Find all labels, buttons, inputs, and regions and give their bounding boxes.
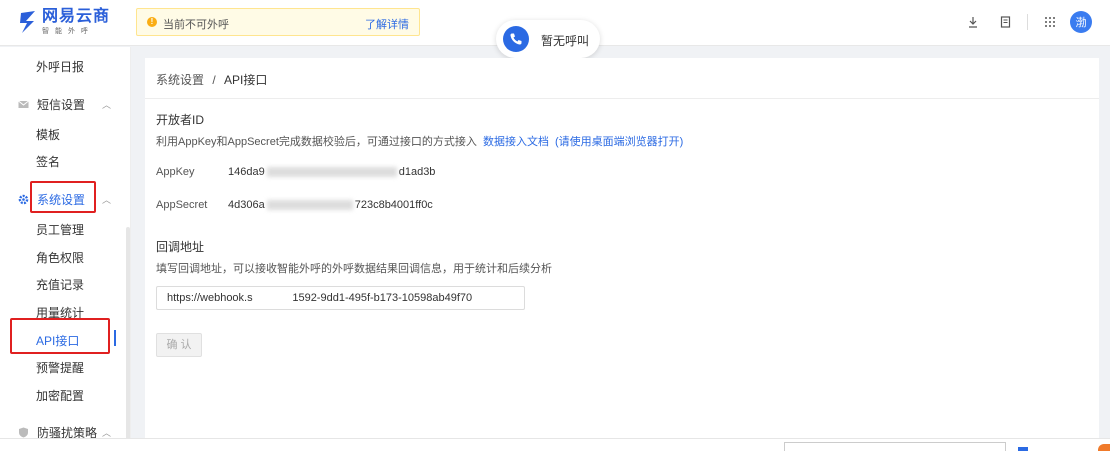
sidebar-group-label: 系统设置 — [37, 193, 86, 207]
sidebar: 外呼日报 短信设置 ︿ 模板 签名 系统设置 ︿ 员工管理 角色权限 充值记录 … — [0, 47, 131, 451]
redacted-mask — [266, 200, 353, 211]
phone-icon — [503, 26, 529, 52]
logo-name: 网易云商 — [42, 8, 111, 25]
appkey-label: AppKey — [156, 166, 195, 178]
breadcrumb-parent[interactable]: 系统设置 — [156, 73, 204, 87]
breadcrumb-separator: / — [212, 73, 216, 87]
callback-url-title: 回调地址 — [156, 240, 205, 254]
user-avatar[interactable]: 渤 — [1070, 11, 1092, 33]
chevron-up-icon: ︿ — [102, 195, 112, 205]
logo-subtitle: 智能外呼 — [42, 28, 94, 35]
sidebar-scrollbar[interactable] — [126, 227, 130, 451]
sidebar-item-call-daily-report[interactable]: 外呼日报 — [36, 58, 84, 75]
mail-icon — [18, 100, 29, 108]
app-grid-icon[interactable] — [1040, 12, 1060, 32]
bottom-search-box[interactable] — [784, 442, 1006, 451]
download-icon[interactable] — [963, 12, 983, 32]
sidebar-item-encryption-config[interactable]: 加密配置 — [36, 387, 84, 404]
sidebar-item-recharge-records[interactable]: 充值记录 — [36, 276, 84, 293]
sidebar-item-staff-management[interactable]: 员工管理 — [36, 221, 84, 238]
main-panel: 系统设置 / API接口 开放者ID 利用AppKey和AppSecret完成数… — [145, 58, 1099, 438]
sidebar-group-system-settings[interactable]: 系统设置 ︿ — [18, 191, 111, 208]
breadcrumb-current: API接口 — [224, 73, 268, 87]
sidebar-item-template[interactable]: 模板 — [36, 126, 60, 143]
logo[interactable]: 网易云商 智能外呼 — [18, 8, 110, 36]
gear-icon — [18, 194, 29, 205]
sidebar-group-sms-settings[interactable]: 短信设置 ︿ — [18, 96, 111, 113]
sidebar-item-signature[interactable]: 签名 — [36, 153, 60, 170]
warning-icon: ! — [147, 17, 157, 27]
logo-icon — [18, 9, 38, 35]
data-access-doc-link[interactable]: 数据接入文档 — [483, 136, 549, 148]
notice-text: 当前不可外呼 — [163, 19, 229, 31]
developer-id-description: 利用AppKey和AppSecret完成数据校验后，可通过接口的方式接入 数据接… — [156, 136, 684, 148]
developer-id-title: 开放者ID — [156, 113, 205, 127]
breadcrumb-divider — [145, 98, 1099, 99]
sidebar-item-usage-statistics[interactable]: 用量统计 — [36, 304, 84, 321]
active-indicator — [114, 330, 116, 346]
redacted-mask — [266, 167, 397, 178]
call-status-widget[interactable]: 暂无呼叫 — [496, 20, 600, 58]
notice-banner: ! 当前不可外呼 了解详情 — [136, 8, 420, 36]
notice-details-link[interactable]: 了解详情 — [365, 16, 409, 32]
document-icon[interactable] — [995, 12, 1015, 32]
callback-url-description: 填写回调地址，可以接收智能外呼的外呼数据结果回调信息，用于统计和后续分析 — [156, 263, 552, 275]
call-status-text: 暂无呼叫 — [541, 34, 590, 48]
appsecret-value: 4d306a 723c8b4001ff0c — [228, 199, 433, 211]
floating-assistant-icon[interactable] — [1098, 444, 1110, 451]
sidebar-group-label: 短信设置 — [37, 98, 86, 112]
appsecret-label: AppSecret — [156, 199, 208, 211]
sidebar-item-role-permissions[interactable]: 角色权限 — [36, 249, 84, 266]
sidebar-item-alerts[interactable]: 预警提醒 — [36, 359, 84, 376]
sidebar-item-api[interactable]: API接口 — [36, 332, 79, 349]
breadcrumb: 系统设置 / API接口 — [156, 71, 267, 88]
desktop-browser-hint: (请使用桌面端浏览器打开) — [555, 136, 684, 148]
chevron-up-icon: ︿ — [102, 100, 112, 110]
bottom-blue-marker — [1018, 447, 1028, 451]
confirm-button[interactable]: 确 认 — [156, 333, 202, 357]
shield-icon — [19, 427, 28, 438]
appkey-value: 146da9 d1ad3b — [228, 166, 436, 178]
header-divider — [1027, 14, 1028, 30]
callback-url-input[interactable] — [156, 286, 525, 310]
header-toolbar: 渤 — [951, 11, 1092, 33]
